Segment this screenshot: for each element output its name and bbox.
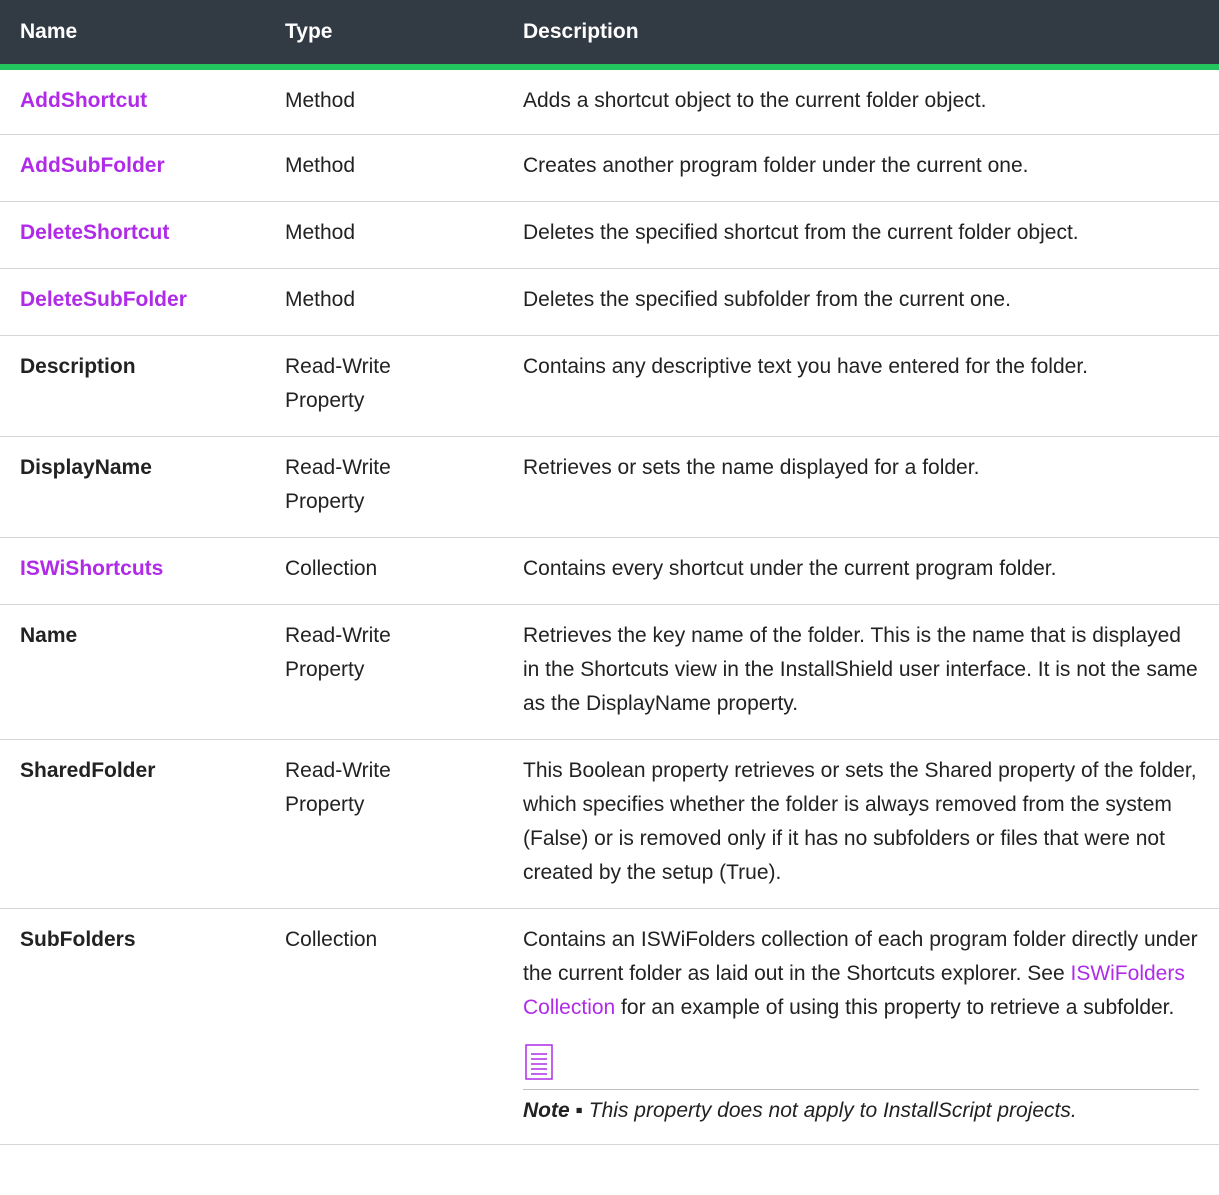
name-cell: ISWiShortcuts — [0, 537, 265, 605]
name-cell: Name — [0, 604, 265, 740]
member-name: Name — [20, 624, 78, 647]
note-body: This property does not apply to InstallS… — [588, 1099, 1077, 1122]
note-separator: ▪ — [569, 1099, 589, 1122]
description-cell: Creates another program folder under the… — [503, 134, 1219, 202]
note-divider — [523, 1089, 1199, 1090]
type-cell: Collection — [265, 537, 503, 605]
note-label: Note — [523, 1099, 570, 1122]
member-link-deleteshortcut[interactable]: DeleteShortcut — [20, 221, 169, 244]
description-cell: Deletes the specified shortcut from the … — [503, 201, 1219, 269]
table-row: ISWiShortcuts Collection Contains every … — [0, 537, 1219, 605]
name-cell: DeleteSubFolder — [0, 268, 265, 336]
table-row: SharedFolder Read-Write Property This Bo… — [0, 739, 1219, 909]
member-name: Description — [20, 355, 136, 378]
name-cell: SharedFolder — [0, 739, 265, 909]
name-cell: DeleteShortcut — [0, 201, 265, 269]
table-header: Name Type Description — [0, 0, 1219, 70]
description-cell: This Boolean property retrieves or sets … — [503, 739, 1219, 909]
type-cell: Read-Write Property — [265, 335, 503, 437]
name-cell: AddShortcut — [0, 67, 265, 135]
type-cell: Read-Write Property — [265, 604, 503, 740]
name-cell: Description — [0, 335, 265, 437]
header-row: Name Type Description — [0, 0, 1219, 70]
table-row: SubFolders Collection Contains an ISWiFo… — [0, 908, 1219, 1145]
name-cell: SubFolders — [0, 908, 265, 1145]
member-name: SharedFolder — [20, 759, 156, 782]
table-row: Description Read-Write Property Contains… — [0, 335, 1219, 437]
type-cell: Method — [265, 67, 503, 135]
table-row: DeleteSubFolder Method Deletes the speci… — [0, 268, 1219, 336]
table-row: DisplayName Read-Write Property Retrieve… — [0, 436, 1219, 538]
member-name: DisplayName — [20, 456, 152, 479]
name-cell: AddSubFolder — [0, 134, 265, 202]
description-cell: Contains an ISWiFolders collection of ea… — [503, 908, 1219, 1145]
member-link-addshortcut[interactable]: AddShortcut — [20, 89, 147, 112]
note-text: Note ▪ This property does not apply to I… — [523, 1094, 1199, 1128]
description-cell: Retrieves or sets the name displayed for… — [503, 436, 1219, 538]
description-cell: Deletes the specified subfolder from the… — [503, 268, 1219, 336]
description-cell: Adds a shortcut object to the current fo… — [503, 67, 1219, 135]
header-type: Type — [265, 0, 503, 70]
description-text: Contains an ISWiFolders collection of ea… — [523, 928, 1198, 1019]
description-cell: Retrieves the key name of the folder. Th… — [503, 604, 1219, 740]
table-row: Name Read-Write Property Retrieves the k… — [0, 604, 1219, 740]
header-name: Name — [0, 0, 265, 70]
description-cell: Contains every shortcut under the curren… — [503, 537, 1219, 605]
type-cell: Read-Write Property — [265, 739, 503, 909]
member-name: SubFolders — [20, 928, 136, 951]
type-cell: Read-Write Property — [265, 436, 503, 538]
header-description: Description — [503, 0, 1219, 70]
member-link-iswishortcuts[interactable]: ISWiShortcuts — [20, 557, 163, 580]
table-row: AddSubFolder Method Creates another prog… — [0, 134, 1219, 202]
members-table: Name Type Description AddShortcut Method… — [0, 0, 1219, 1145]
note-icon — [523, 1043, 555, 1081]
type-cell: Collection — [265, 908, 503, 1145]
type-cell: Method — [265, 268, 503, 336]
name-cell: DisplayName — [0, 436, 265, 538]
table-row: DeleteShortcut Method Deletes the specif… — [0, 201, 1219, 269]
member-link-deletesubfolder[interactable]: DeleteSubFolder — [20, 288, 187, 311]
member-link-addsubfolder[interactable]: AddSubFolder — [20, 154, 165, 177]
type-cell: Method — [265, 134, 503, 202]
type-cell: Method — [265, 201, 503, 269]
table-row: AddShortcut Method Adds a shortcut objec… — [0, 67, 1219, 135]
description-cell: Contains any descriptive text you have e… — [503, 335, 1219, 437]
